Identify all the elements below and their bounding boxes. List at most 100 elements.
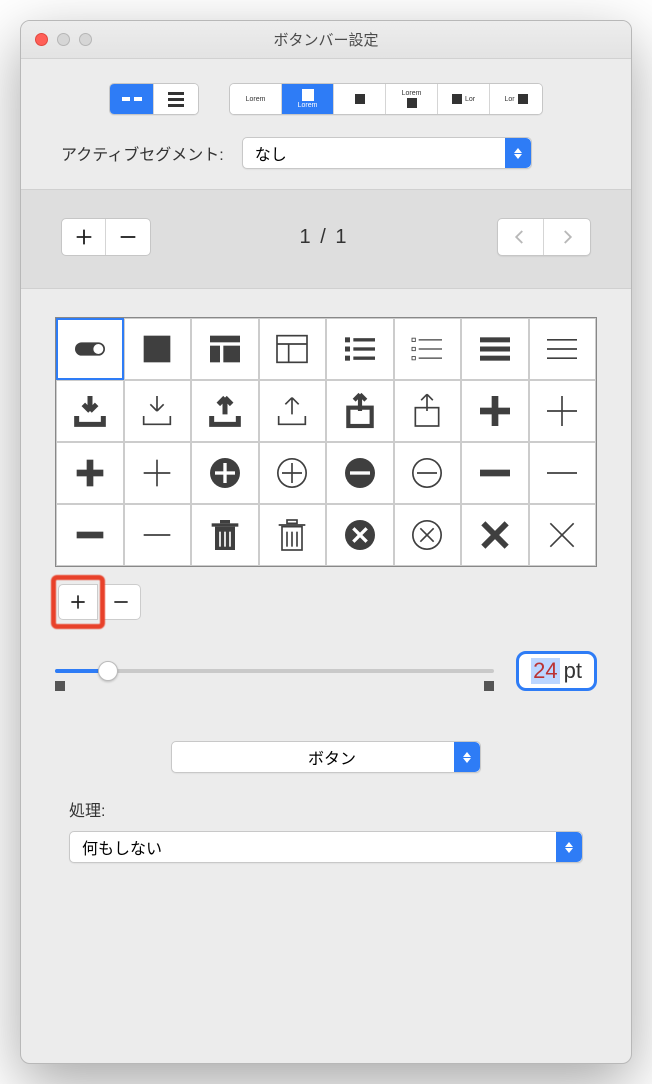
icon-cell-square-fill[interactable] — [124, 318, 192, 380]
layout-1-icon — [205, 329, 245, 369]
icon-cell-layout-2[interactable] — [259, 318, 327, 380]
icon-cell-plus-bold[interactable] — [461, 380, 529, 442]
minimize-window-button[interactable] — [57, 33, 70, 46]
add-icon-highlight — [55, 579, 101, 625]
plus-bold-icon — [475, 391, 515, 431]
prev-page-button[interactable] — [498, 219, 544, 255]
type-select[interactable]: ボタン — [171, 741, 481, 773]
style-row: Lorem Lorem Lorem Lor Lor — [21, 59, 631, 129]
icon-cell-menu-thin[interactable] — [529, 318, 597, 380]
icon-cell-list-fill[interactable] — [326, 318, 394, 380]
square-icon — [355, 94, 365, 104]
labelpos-6-button[interactable]: Lor — [490, 84, 542, 114]
icon-cell-x-circle-fill[interactable] — [326, 504, 394, 566]
action-select-value: 何もしない — [82, 835, 162, 859]
labelpos-2-button[interactable]: Lorem — [282, 84, 334, 114]
minus-icon — [117, 226, 139, 248]
x-thin-icon — [542, 515, 582, 555]
icon-cell-list-thin[interactable] — [394, 318, 462, 380]
square-icon — [407, 98, 417, 108]
size-value: 24 — [531, 658, 559, 684]
size-slider-row: 24 pt — [21, 625, 631, 701]
list-fill-icon — [340, 329, 380, 369]
icon-cell-share-fill[interactable] — [326, 380, 394, 442]
icon-cell-trash[interactable] — [259, 504, 327, 566]
icon-cell-minus-thin2[interactable] — [124, 504, 192, 566]
active-segment-row: アクティブセグメント: なし — [21, 129, 631, 189]
label-position-segment: Lorem Lorem Lorem Lor Lor — [229, 83, 543, 115]
slider-tick-max — [484, 681, 494, 691]
download-fill-icon — [70, 391, 110, 431]
labelpos-5-button[interactable]: Lor — [438, 84, 490, 114]
labelpos-4-button[interactable]: Lorem — [386, 84, 438, 114]
share-fill-icon — [340, 391, 380, 431]
page-nav-group — [497, 218, 591, 256]
icon-cell-share[interactable] — [394, 380, 462, 442]
plus-bold2-icon — [70, 453, 110, 493]
square-icon — [302, 89, 314, 101]
action-select[interactable]: 何もしない — [69, 831, 583, 863]
chevron-left-icon — [511, 228, 529, 246]
size-value-field[interactable]: 24 pt — [516, 651, 597, 691]
chevron-updown-icon — [505, 138, 531, 168]
icon-cell-upload[interactable] — [259, 380, 327, 442]
chevron-updown-icon — [556, 832, 582, 862]
icon-cell-minus-circle-fill[interactable] — [326, 442, 394, 504]
icon-cell-trash-fill[interactable] — [191, 504, 259, 566]
icon-cell-x-thin[interactable] — [529, 504, 597, 566]
action-label-row: 処理: — [69, 797, 583, 821]
icon-cell-minus-bold[interactable] — [461, 442, 529, 504]
upload-fill-icon — [205, 391, 245, 431]
slider-track — [55, 669, 494, 673]
list-thin-icon — [407, 329, 447, 369]
remove-button[interactable] — [106, 219, 150, 255]
orientation-segment — [109, 83, 199, 115]
next-page-button[interactable] — [544, 219, 590, 255]
active-segment-value: なし — [255, 141, 287, 165]
square-fill-icon — [137, 329, 177, 369]
dash-icon — [122, 97, 142, 101]
remove-icon-button[interactable] — [101, 584, 141, 620]
add-icon-button[interactable] — [58, 584, 98, 620]
upload-icon — [272, 391, 312, 431]
icon-cell-layout-1[interactable] — [191, 318, 259, 380]
slider-thumb[interactable] — [98, 661, 118, 681]
plus-icon — [73, 226, 95, 248]
icon-cell-plus-circle-fill[interactable] — [191, 442, 259, 504]
x-circle-icon — [407, 515, 447, 555]
square-icon — [452, 94, 462, 104]
icon-cell-download[interactable] — [124, 380, 192, 442]
window-controls — [35, 33, 92, 46]
icon-cell-minus-bold2[interactable] — [56, 504, 124, 566]
icon-cell-plus-circle[interactable] — [259, 442, 327, 504]
labelpos-3-button[interactable] — [334, 84, 386, 114]
orientation-horizontal-button[interactable] — [110, 84, 154, 114]
orientation-vertical-button[interactable] — [154, 84, 198, 114]
icon-cell-plus-thin[interactable] — [529, 380, 597, 442]
icon-cell-x-circle[interactable] — [394, 504, 462, 566]
icon-cell-plus-bold2[interactable] — [56, 442, 124, 504]
labelpos-1-button[interactable]: Lorem — [230, 84, 282, 114]
square-icon — [518, 94, 528, 104]
active-segment-select[interactable]: なし — [242, 137, 532, 169]
icon-cell-toggle[interactable] — [56, 318, 124, 380]
minus-thin-icon — [542, 453, 582, 493]
content: Lorem Lorem Lorem Lor Lor アクティブセグメント: なし — [21, 59, 631, 873]
icon-cell-upload-fill[interactable] — [191, 380, 259, 442]
icon-cell-download-fill[interactable] — [56, 380, 124, 442]
x-bold-icon — [475, 515, 515, 555]
icon-cell-minus-circle[interactable] — [394, 442, 462, 504]
title-bar: ボタンバー設定 — [21, 21, 631, 59]
icon-cell-plus-thin2[interactable] — [124, 442, 192, 504]
zoom-window-button[interactable] — [79, 33, 92, 46]
icon-cell-menu-thick[interactable] — [461, 318, 529, 380]
close-window-button[interactable] — [35, 33, 48, 46]
size-slider[interactable] — [55, 655, 494, 687]
plus-icon — [68, 592, 88, 612]
icon-cell-minus-thin[interactable] — [529, 442, 597, 504]
add-button[interactable] — [62, 219, 106, 255]
minus-bold-icon — [475, 453, 515, 493]
menu-thick-icon — [475, 329, 515, 369]
minus-bold2-icon — [70, 515, 110, 555]
icon-cell-x-bold[interactable] — [461, 504, 529, 566]
